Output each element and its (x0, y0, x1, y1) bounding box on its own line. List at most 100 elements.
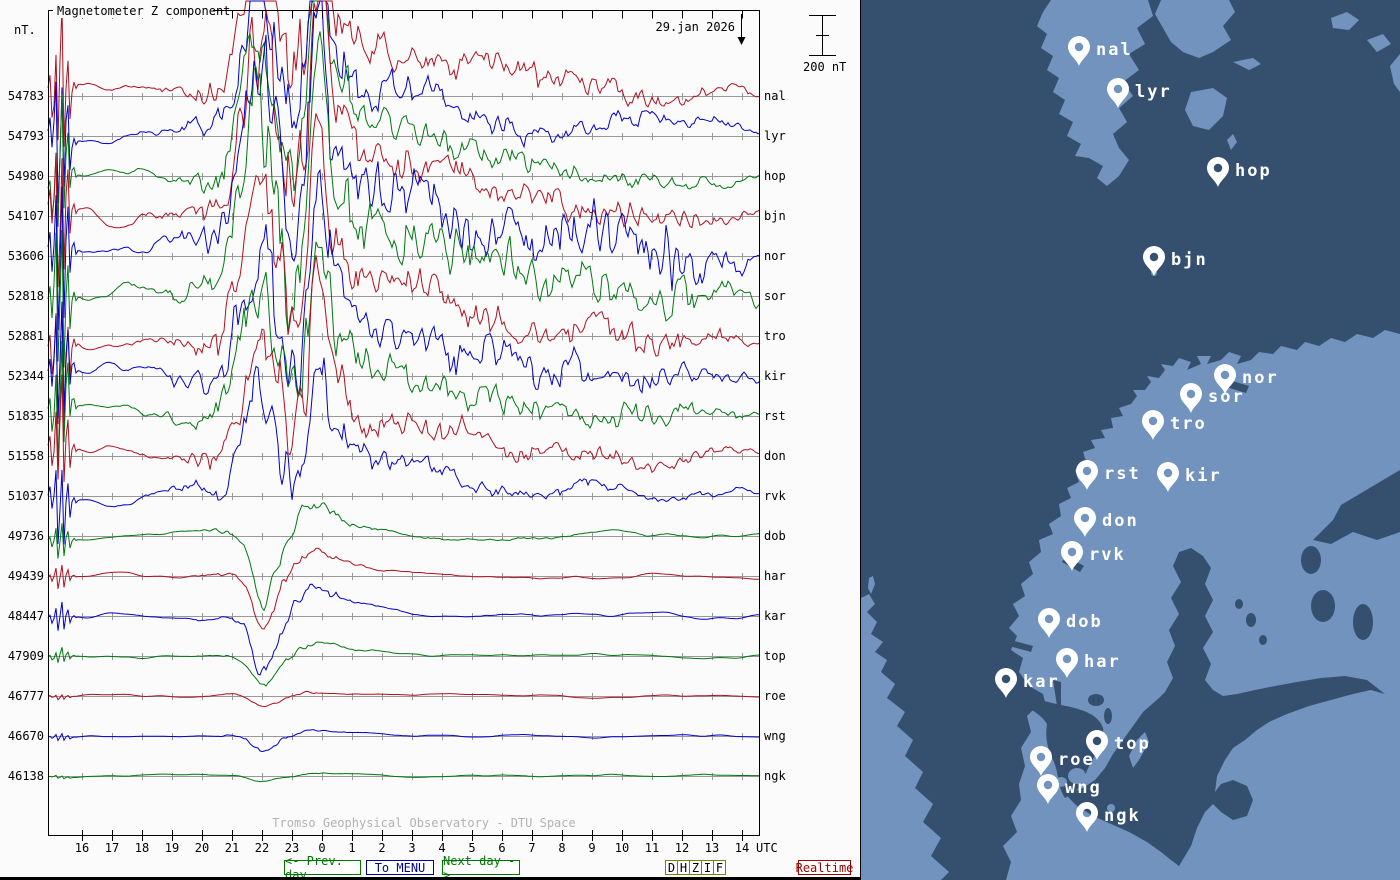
lake (1235, 599, 1243, 609)
x-axis-label: 8 (558, 841, 565, 855)
date-label: 29.jan 2026 (656, 20, 735, 34)
trace-nor (47, 0, 761, 331)
y-axis-value: 46138 (8, 769, 44, 783)
map-pin-label: tro (1170, 414, 1207, 434)
lake (1301, 546, 1321, 574)
station-label: sor (764, 289, 786, 303)
x-axis-label: 14 (735, 841, 749, 855)
map-pin-label: wng (1065, 778, 1102, 798)
trace-ngk (47, 772, 760, 783)
next-day-button[interactable]: Next day -> (442, 854, 520, 880)
station-label: rst (764, 409, 786, 423)
station-label: top (764, 649, 786, 663)
trace-dob (47, 502, 761, 612)
trace-kar (47, 583, 761, 676)
trace-bjn (47, 0, 761, 288)
trace-sor (47, 31, 761, 368)
y-axis-value: 47909 (8, 649, 44, 663)
y-axis-value: 46777 (8, 689, 44, 703)
map-pin-label: roe (1058, 750, 1095, 770)
trace-nal (47, 0, 761, 147)
station-label: nor (764, 249, 786, 263)
map-pin-label: kar (1023, 672, 1060, 692)
to-menu-button[interactable]: To MENU (366, 860, 434, 875)
y-axis-value: 52344 (8, 369, 44, 383)
x-axis-label: 19 (165, 841, 179, 855)
y-axis-value: 49736 (8, 529, 44, 543)
magnetogram-plot: 54783 nal 54793 lyr 54980 hop 54107 bjn 53606 nor… (8, 0, 846, 855)
station-label: rvk (764, 489, 786, 503)
x-axis-label: 10 (615, 841, 629, 855)
station-label: ngk (764, 769, 786, 783)
map-pin-label: dob (1066, 612, 1103, 632)
component-button-F[interactable]: F (713, 860, 726, 875)
x-axis-label: 7 (528, 841, 535, 855)
x-axis-label: 9 (588, 841, 595, 855)
x-axis-label: 12 (675, 841, 689, 855)
map-pin-label: hop (1235, 161, 1272, 181)
scale-bar-label: 200 nT (803, 60, 846, 74)
magnetogram-panel: 54783 nal 54793 lyr 54980 hop 54107 bjn 53606 nor… (0, 0, 860, 880)
map-pin-label: har (1084, 652, 1121, 672)
y-axis-unit: nT. (14, 23, 36, 37)
map-pin-label: kir (1185, 466, 1222, 486)
map-pin-label: rst (1104, 464, 1141, 484)
station-label: don (764, 449, 786, 463)
station-label: kir (764, 369, 786, 383)
map-pin-label: sor (1208, 387, 1245, 407)
prev-day-button[interactable]: <- Prev. day (284, 854, 361, 880)
x-axis-label: 21 (225, 841, 239, 855)
station-label: roe (764, 689, 786, 703)
y-axis-value: 51558 (8, 449, 44, 463)
plot-title: Magnetometer Z component (57, 4, 230, 18)
x-axis-label: 11 (645, 841, 659, 855)
map-pin-label: rvk (1089, 545, 1126, 565)
trace-tro (47, 113, 761, 432)
trace-top (47, 641, 761, 687)
x-axis-label: 3 (408, 841, 415, 855)
lake (1088, 694, 1104, 706)
map-pin-label: lyr (1135, 82, 1172, 102)
x-axis-label: 20 (195, 841, 209, 855)
y-axis-value: 53606 (8, 249, 44, 263)
y-axis-value: 52881 (8, 329, 44, 343)
x-axis-label: 18 (135, 841, 149, 855)
map-pin-label: ngk (1104, 806, 1141, 826)
y-axis-value: 54783 (8, 89, 44, 103)
station-label: tro (764, 329, 786, 343)
y-axis-value: 49439 (8, 569, 44, 583)
y-axis-value: 54793 (8, 129, 44, 143)
y-axis-value: 46670 (8, 729, 44, 743)
lake (1104, 708, 1112, 724)
y-axis-value: 54107 (8, 209, 44, 223)
y-axis-value: 51037 (8, 489, 44, 503)
station-label: lyr (764, 129, 786, 143)
lake (1353, 604, 1373, 640)
map-pin-label: nal (1096, 40, 1133, 60)
y-axis-value: 54980 (8, 169, 44, 183)
map-pin-label: bjn (1171, 250, 1208, 270)
component-selector: DHZIF (665, 860, 726, 875)
station-label: kar (764, 609, 786, 623)
x-axis-label: 17 (105, 841, 119, 855)
lake (1259, 635, 1267, 645)
x-axis-label: 2 (378, 841, 385, 855)
observatory-credit: Tromso Geophysical Observatory - DTU Spa… (272, 816, 575, 830)
x-axis-label: 16 (75, 841, 89, 855)
date-arrow-head-icon (737, 37, 746, 45)
station-label: dob (764, 529, 786, 543)
lake (1311, 590, 1335, 622)
station-map-svg: nal lyr hop bjn norsortro rst kir don rvk dob har k… (861, 0, 1400, 880)
x-axis-label: 13 (705, 841, 719, 855)
station-map: nal lyr hop bjn nor sor tro rst kir don rvk dob har k… (860, 0, 1400, 880)
trace-kir (47, 168, 761, 419)
x-axis-label: 22 (255, 841, 269, 855)
trace-rvk (47, 357, 761, 545)
realtime-button[interactable]: Realtime (796, 860, 853, 875)
map-pin-label: nor (1242, 368, 1279, 388)
magnetometer-app: 54783 nal 54793 lyr 54980 hop 54107 bjn 53606 nor… (0, 0, 1400, 880)
station-label: hop (764, 169, 786, 183)
station-label: bjn (764, 209, 786, 223)
y-axis-value: 51835 (8, 409, 44, 423)
map-pin-label: don (1102, 511, 1139, 531)
